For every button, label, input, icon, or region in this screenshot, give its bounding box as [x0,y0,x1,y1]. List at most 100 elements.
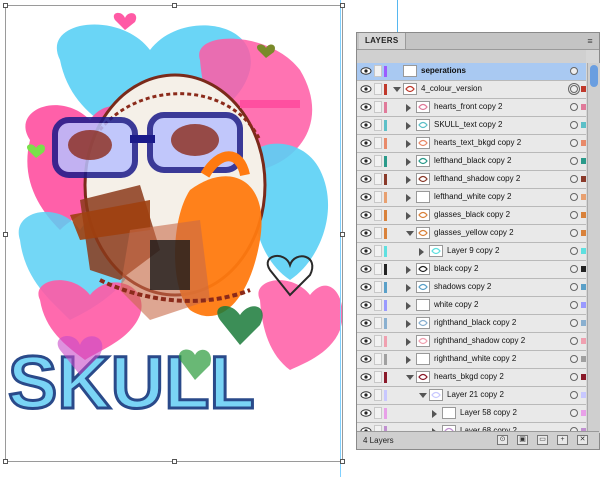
layer-name[interactable]: white copy 2 [434,300,478,309]
layer-name[interactable]: hearts_front copy 2 [434,102,502,111]
selection-indicator[interactable] [581,392,586,398]
layer-name[interactable]: SKULL_text copy 2 [434,120,502,129]
expand-triangle-icon[interactable] [432,410,437,418]
layer-name[interactable]: hearts_text_bkgd copy 2 [434,138,521,147]
layer-row[interactable]: lefthand_shadow copy 2 [357,171,586,189]
layer-row[interactable]: glasses_black copy 2 [357,207,586,225]
layer-name[interactable]: Layer 21 copy 2 [447,390,504,399]
layer-name[interactable]: righthand_shadow copy 2 [434,336,525,345]
handle-bottom-left[interactable] [3,459,8,464]
layer-name[interactable]: glasses_black copy 2 [434,210,510,219]
layer-row[interactable]: 4_colour_version [357,81,586,99]
layer-row[interactable]: Layer 21 copy 2 [357,387,586,405]
handle-bottom-right[interactable] [340,459,345,464]
target-circle-icon[interactable] [570,373,578,381]
layer-name[interactable]: righthand_black copy 2 [434,318,516,327]
handle-middle-left[interactable] [3,232,8,237]
visibility-eye-icon[interactable] [360,354,372,364]
target-circle-icon[interactable] [570,409,578,417]
layer-name[interactable]: lefthand_white copy 2 [434,192,511,201]
layer-row[interactable]: white copy 2 [357,297,586,315]
tab-layers[interactable]: LAYERS [359,33,406,49]
selection-indicator[interactable] [581,284,586,290]
lock-toggle[interactable] [374,155,382,167]
expand-triangle-icon[interactable] [406,356,411,364]
target-circle-icon[interactable] [570,265,578,273]
lock-toggle[interactable] [374,227,382,239]
target-circle-icon[interactable] [570,337,578,345]
delete-layer-button[interactable]: ✕ [577,435,588,445]
panel-scrollbar[interactable] [587,63,600,433]
collapse-triangle-icon[interactable] [419,393,427,398]
selection-indicator[interactable] [581,338,586,344]
target-circle-icon[interactable] [570,175,578,183]
target-circle-icon[interactable] [570,301,578,309]
layer-row[interactable]: lefthand_white copy 2 [357,189,586,207]
layer-name[interactable]: Layer 58 copy 2 [460,408,517,417]
lock-toggle[interactable] [374,245,382,257]
layer-row[interactable]: hearts_bkgd copy 2 [357,369,586,387]
selection-indicator[interactable] [581,302,586,308]
visibility-eye-icon[interactable] [360,246,372,256]
target-circle-icon[interactable] [570,391,578,399]
lock-toggle[interactable] [374,335,382,347]
expand-triangle-icon[interactable] [406,104,411,112]
handle-top-right[interactable] [340,3,345,8]
layer-name[interactable]: glasses_yellow copy 2 [434,228,514,237]
layer-row[interactable]: hearts_front copy 2 [357,99,586,117]
layer-row[interactable]: righthand_white copy 2 [357,351,586,369]
expand-triangle-icon[interactable] [406,140,411,148]
handle-bottom-center[interactable] [172,459,177,464]
selection-indicator[interactable] [581,320,586,326]
lock-toggle[interactable] [374,317,382,329]
visibility-eye-icon[interactable] [360,390,372,400]
lock-toggle[interactable] [374,137,382,149]
visibility-eye-icon[interactable] [360,228,372,238]
target-circle-icon[interactable] [570,283,578,291]
expand-triangle-icon[interactable] [406,338,411,346]
visibility-eye-icon[interactable] [360,138,372,148]
lock-toggle[interactable] [374,173,382,185]
create-sublayer-button[interactable]: ▭ [537,435,548,445]
layer-name[interactable]: lefthand_black copy 2 [434,156,511,165]
expand-triangle-icon[interactable] [406,266,411,274]
visibility-eye-icon[interactable] [360,210,372,220]
expand-triangle-icon[interactable] [406,158,411,166]
lock-toggle[interactable] [374,191,382,203]
visibility-eye-icon[interactable] [360,318,372,328]
expand-triangle-icon[interactable] [406,284,411,292]
layer-name[interactable]: hearts_bkgd copy 2 [434,372,504,381]
selection-indicator[interactable] [581,266,586,272]
selection-indicator[interactable] [581,212,586,218]
selection-indicator[interactable] [581,410,586,416]
lock-toggle[interactable] [374,83,382,95]
layer-row[interactable]: SKULL_text copy 2 [357,117,586,135]
layer-row[interactable]: lefthand_black copy 2 [357,153,586,171]
layer-name[interactable]: lefthand_shadow copy 2 [434,174,520,183]
lock-toggle[interactable] [374,65,382,77]
target-circle-icon[interactable] [570,247,578,255]
lock-toggle[interactable] [374,209,382,221]
expand-triangle-icon[interactable] [406,302,411,310]
selection-indicator[interactable] [581,248,586,254]
selection-indicator[interactable] [581,104,586,110]
visibility-eye-icon[interactable] [360,192,372,202]
target-circle-icon[interactable] [570,157,578,165]
make-clipping-mask-button[interactable]: ▣ [517,435,528,445]
layer-row[interactable]: righthand_black copy 2 [357,315,586,333]
visibility-eye-icon[interactable] [360,66,372,76]
layer-name[interactable]: righthand_white copy 2 [434,354,516,363]
handle-top-left[interactable] [3,3,8,8]
visibility-eye-icon[interactable] [360,336,372,346]
lock-toggle[interactable] [374,119,382,131]
selection-indicator[interactable] [581,230,586,236]
visibility-eye-icon[interactable] [360,84,372,94]
visibility-eye-icon[interactable] [360,408,372,418]
lock-toggle[interactable] [374,281,382,293]
create-layer-button[interactable]: + [557,435,568,445]
selection-indicator[interactable] [581,122,586,128]
target-circle-icon[interactable] [570,355,578,363]
layer-row[interactable]: seperations [357,63,586,81]
layer-name[interactable]: seperations [421,66,466,75]
visibility-eye-icon[interactable] [360,372,372,382]
